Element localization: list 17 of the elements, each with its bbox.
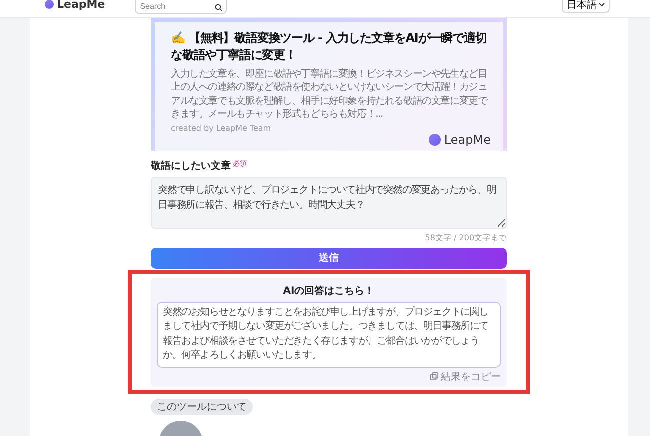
char-counter: 58文字 / 200文字まで <box>426 232 507 244</box>
search-field[interactable]: Search <box>135 0 228 14</box>
language-select[interactable]: 日本語 <box>562 0 610 13</box>
brand-logo: LeapMe <box>429 132 491 147</box>
result-text: 突然のお知らせとなりますことをお詫び申し上げますが、プロジェクトに関しまして社内で予期しない変更がございました。つきましては、明日事務所にて報告および相談をさせていただきたく存じますが、ご都合はいかがでしょうか。何卒よろしくお願いいたします。 <box>157 302 501 368</box>
field-label: 敬語にしたい文章 <box>151 159 231 173</box>
chevron-down-icon <box>599 3 605 7</box>
tool-title: ✍ 【無料】敬語変換ツール - 入力した文章をAIが一瞬で適切な敬語や丁寧語に変更！ <box>171 30 488 64</box>
logo[interactable]: LeapMe <box>45 0 106 11</box>
submit-button[interactable]: 送信 <box>151 248 507 269</box>
copy-icon <box>430 372 439 382</box>
search-icon <box>215 4 224 12</box>
input-field[interactable]: 突然で申し訳ないけど、プロジェクトについて社内で突然の変更あったから、明日事務所に報告、相談で行きたい。時間大丈夫？ <box>151 176 507 229</box>
tool-description: 入力した文章を、即座に敬語や丁寧語に変換！ビジネスシーンや先生など目上の人への連絡の際など敬語を使わないといけないシーンで大活躍！カジュアルな文章でも文脈を理解し、相手に好印象を持たれる敬語の文章に変更できます。メールもチャット形式もどちらも対応！... <box>171 68 489 122</box>
section-tag: このツールについて <box>151 398 253 415</box>
author-text: created by LeapMe Team <box>171 124 272 133</box>
result-title: AIの回答はこちら！ <box>282 284 376 298</box>
